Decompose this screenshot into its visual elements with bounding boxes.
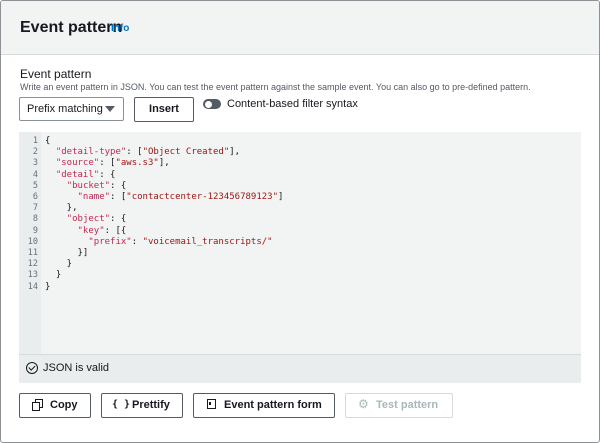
line-number: 11 xyxy=(27,248,38,258)
copy-button[interactable]: Copy xyxy=(19,393,91,418)
code-line: } xyxy=(45,281,51,292)
code-line: }] xyxy=(45,248,89,258)
code-line: "prefix": "voicemail_transcripts/" xyxy=(88,236,273,247)
line-number: 10 xyxy=(27,236,38,247)
prettify-label: Prettify xyxy=(132,399,170,411)
content-filter-toggle[interactable] xyxy=(203,99,221,109)
event-pattern-form-label: Event pattern form xyxy=(224,399,322,411)
line-number: 4 xyxy=(32,169,38,180)
field-label: Event pattern xyxy=(20,67,92,81)
line-number: 5 xyxy=(32,180,38,191)
caret-down-icon xyxy=(105,106,115,112)
prettify-button[interactable]: { } Prettify xyxy=(101,393,183,418)
line-number: 2 xyxy=(32,147,38,158)
line-number: 7 xyxy=(32,203,38,214)
line-number: 8 xyxy=(32,214,38,225)
matching-select-value: Prefix matching xyxy=(27,103,103,115)
info-link[interactable]: Info xyxy=(111,23,129,34)
line-number: 3 xyxy=(32,158,38,169)
line-number: 1 xyxy=(32,136,38,146)
code-line: } xyxy=(45,259,73,270)
code-line: }, xyxy=(45,203,78,214)
panel-title: Event pattern xyxy=(20,19,123,36)
code-line: { xyxy=(45,136,51,146)
code-line: "name": ["contactcenter-123456789123"] xyxy=(77,192,284,202)
editor-gutter: 1 2 3 4 5 6 7 8 9 10 11 12 13 14 xyxy=(19,132,41,354)
code-line: "detail-type": ["Object Created"], xyxy=(55,147,241,158)
insert-button[interactable]: Insert xyxy=(134,97,194,122)
check-circle-icon xyxy=(26,362,38,374)
test-pattern-label: Test pattern xyxy=(376,399,439,411)
code-line: "key": [{ xyxy=(77,225,127,236)
braces-icon: { } xyxy=(112,399,131,410)
toggle-knob xyxy=(204,100,212,108)
test-pattern-button[interactable]: ⚙ Test pattern xyxy=(345,393,453,418)
panel-header: Event pattern Info xyxy=(1,1,599,55)
line-number: 12 xyxy=(27,259,38,270)
field-description: Write an event pattern in JSON. You can … xyxy=(20,82,531,92)
matching-select[interactable]: Prefix matching xyxy=(19,97,124,121)
editor-status-bar: JSON is valid xyxy=(19,354,581,383)
content-filter-toggle-label: Content-based filter syntax xyxy=(227,98,358,110)
copy-label: Copy xyxy=(50,399,78,411)
line-number: 13 xyxy=(27,270,38,281)
event-pattern-form-button[interactable]: Event pattern form xyxy=(193,393,335,418)
validation-status: JSON is valid xyxy=(43,362,110,374)
gear-icon: ⚙ xyxy=(358,397,369,411)
event-pattern-panel: Event pattern Info Event pattern Write a… xyxy=(0,0,600,443)
line-number: 9 xyxy=(32,225,38,236)
code-line: "object": { xyxy=(66,214,127,225)
line-number: 14 xyxy=(27,281,38,292)
code-line: "bucket": { xyxy=(66,180,127,191)
copy-icon xyxy=(32,399,44,411)
json-editor[interactable]: 1 2 3 4 5 6 7 8 9 10 11 12 13 14 { "detail-type": ["O… xyxy=(19,132,581,383)
code-line: } xyxy=(45,270,62,281)
code-line: "detail": { xyxy=(55,169,116,180)
code-line: "source": ["aws.s3"], xyxy=(55,158,170,169)
line-number: 6 xyxy=(32,192,38,202)
form-icon xyxy=(207,399,216,409)
